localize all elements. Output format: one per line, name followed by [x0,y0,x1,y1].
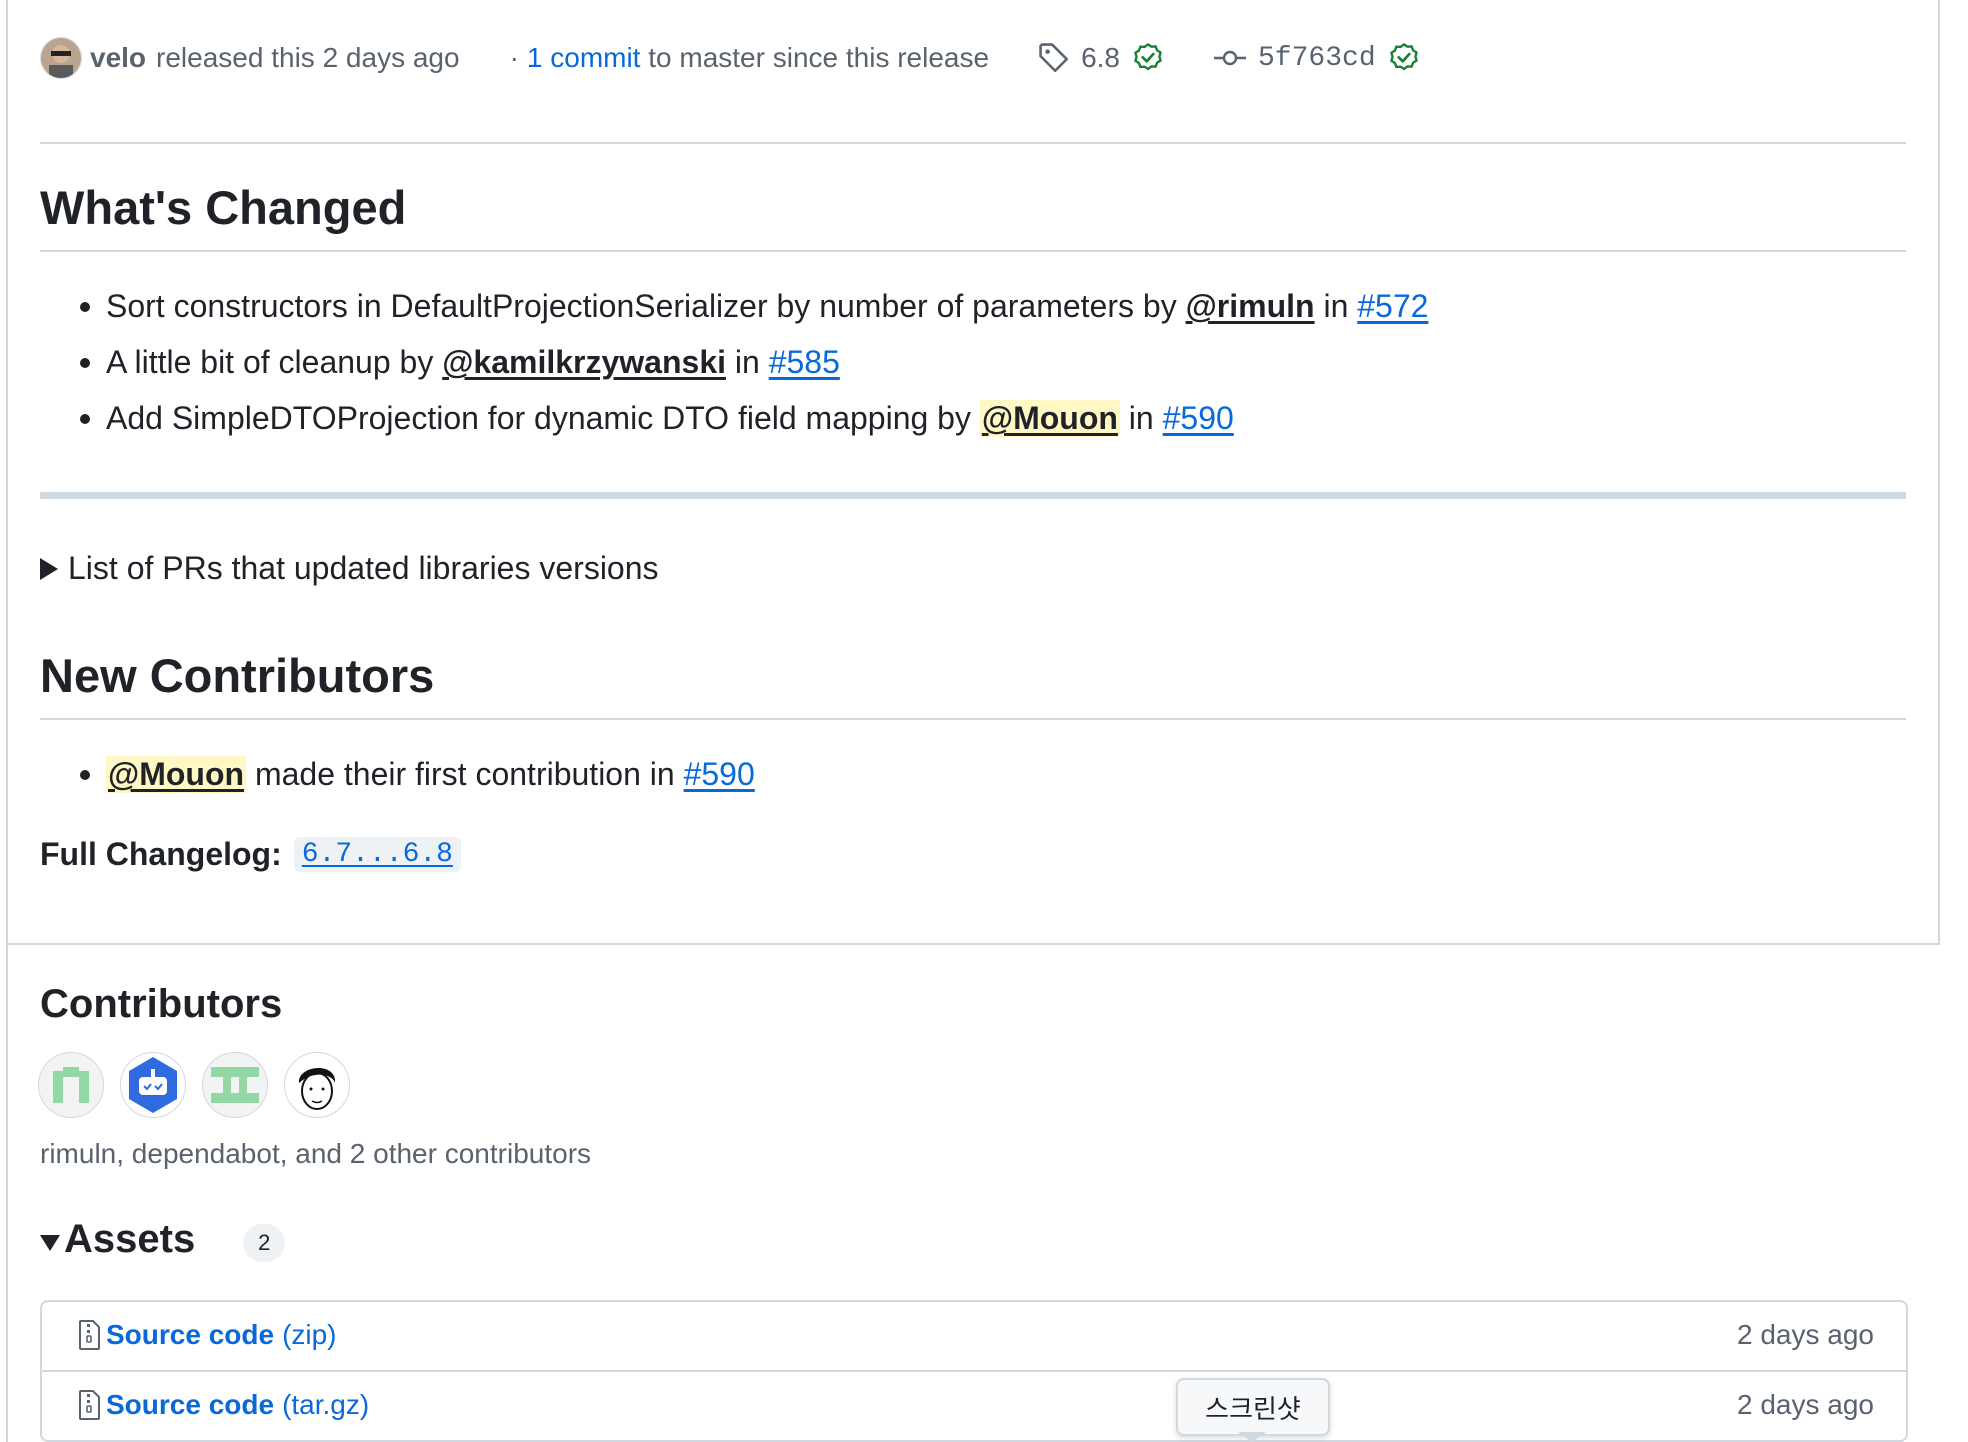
verified-check-icon [1134,42,1162,71]
list-item: A little bit of cleanup by @kamilkrzywan… [80,344,840,381]
asset-ext[interactable]: (zip) [282,1319,336,1351]
assets-heading: Assets [64,1216,196,1261]
heading-divider [40,250,1906,252]
new-contributors-heading: New Contributors [40,649,435,702]
list-item: Add SimpleDTOProjection for dynamic DTO … [80,400,1234,437]
horizontal-rule [40,492,1906,499]
assets-header[interactable]: Assets 2 [40,1216,286,1262]
pr-link[interactable]: #590 [1163,400,1234,437]
asset-link[interactable]: Source code [106,1319,274,1351]
section-divider [6,943,1940,945]
user-mention[interactable]: @kamilkrzywanski [442,344,726,381]
assets-list: Source code (zip) 2 days ago Source code… [40,1300,1908,1442]
changelog-compare-link[interactable]: 6.7...6.8 [293,837,461,872]
bullet [80,301,90,312]
full-changelog: Full Changelog: 6.7...6.8 [40,836,461,873]
asset-row: Source code (zip) 2 days ago [42,1302,1906,1368]
commit-count-link[interactable]: 1 commit [527,42,641,74]
bullet [80,769,90,780]
asset-row: Source code (tar.gz) 2 days ago [42,1370,1906,1438]
user-mention[interactable]: @Mouon [106,756,247,793]
separator-dot: · [509,42,519,73]
contributor-avatar[interactable] [202,1052,268,1118]
author-avatar[interactable] [40,37,82,79]
divider [40,142,1906,144]
asset-link[interactable]: Source code [106,1389,274,1421]
disclosure-triangle-icon [40,557,58,580]
verified-check-icon [1389,42,1418,71]
changelog-label: Full Changelog: [40,836,282,872]
bullet [80,413,90,424]
commit-item[interactable]: 5f763cd [1212,42,1420,74]
heading-divider [40,718,1906,720]
release-time: released this 2 days ago [156,42,460,73]
user-mention[interactable]: @Mouon [979,400,1120,437]
contributor-avatars [38,1052,366,1118]
bullet [80,357,90,368]
tooltip: 스크린샷 [1176,1378,1330,1436]
pr-link[interactable]: #590 [684,756,755,793]
asset-date: 2 days ago [1737,1389,1874,1420]
asset-ext[interactable]: (tar.gz) [282,1389,369,1421]
contributors-heading: Contributors [40,982,283,1026]
contributor-avatar[interactable] [38,1052,104,1118]
tag-name: 6.8 [1081,42,1120,73]
whats-changed-heading: What's Changed [40,181,407,234]
commit-suffix: to master since this release [648,42,990,73]
details-summary[interactable]: List of PRs that updated libraries versi… [40,550,659,587]
disclosure-triangle-icon [40,1235,60,1251]
assets-count-badge: 2 [243,1224,286,1262]
list-item: Sort constructors in DefaultProjectionSe… [80,288,1428,325]
author-link[interactable]: velo [90,42,146,74]
contributor-avatar[interactable] [120,1052,186,1118]
list-item: @Mouon made their first contribution in … [80,756,755,793]
page-frame-left [6,0,8,1442]
commit-icon [1214,50,1246,66]
user-mention[interactable]: @rimuln [1186,288,1315,325]
asset-date: 2 days ago [1737,1319,1874,1350]
pr-link[interactable]: #572 [1357,288,1428,325]
file-zip-icon [79,1320,100,1350]
tag-item[interactable]: 6.8 [1037,41,1164,75]
commit-sha[interactable]: 5f763cd [1258,43,1376,74]
contributors-summary: rimuln, dependabot, and 2 other contribu… [40,1138,592,1169]
release-meta: velo released this 2 days ago · 1 commit… [40,34,1420,82]
contributor-avatar[interactable] [284,1052,350,1118]
tag-icon [1039,43,1069,73]
file-zip-icon [79,1390,100,1420]
tooltip-arrow [1238,1432,1266,1442]
page-frame-right [1938,0,1940,945]
pr-link[interactable]: #585 [769,344,840,381]
